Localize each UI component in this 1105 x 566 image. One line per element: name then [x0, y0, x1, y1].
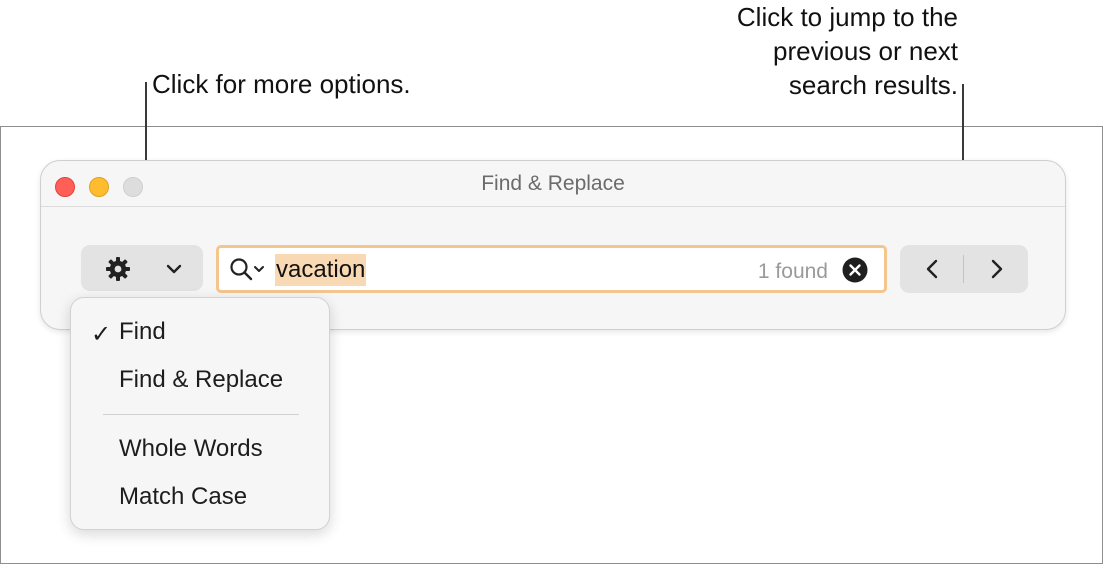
search-field[interactable]: vacation 1 found — [216, 245, 887, 293]
chevron-right-icon — [991, 259, 1003, 279]
previous-result-button[interactable] — [900, 245, 963, 293]
navigation-callout-line-3: search results. — [788, 70, 958, 100]
gear-icon — [106, 257, 130, 281]
options-menu-button[interactable] — [81, 245, 203, 291]
chevron-left-icon — [926, 259, 938, 279]
result-navigation — [900, 245, 1028, 293]
navigation-divider — [963, 255, 964, 283]
title-bar: Find & Replace — [41, 161, 1065, 207]
result-count: 1 found — [757, 260, 828, 283]
menu-separator — [103, 414, 299, 415]
menu-item-whole-words[interactable]: Whole Words — [119, 435, 263, 463]
options-callout: Click for more options. — [152, 69, 411, 99]
menu-item-match-case[interactable]: Match Case — [119, 483, 247, 511]
next-result-button[interactable] — [965, 245, 1028, 293]
magnifier-icon[interactable] — [229, 257, 267, 283]
menu-item-find-replace[interactable]: Find & Replace — [119, 366, 283, 394]
search-query[interactable]: vacation — [275, 254, 367, 286]
navigation-callout-line-1: Click to jump to the — [736, 2, 958, 32]
navigation-callout: Click to jump to the previous or next se… — [737, 0, 958, 102]
menu-item-find[interactable]: Find — [119, 318, 166, 346]
options-menu: ✓ Find Find & Replace Whole Words Match … — [70, 297, 330, 530]
clear-icon[interactable] — [842, 257, 868, 283]
checkmark-icon: ✓ — [91, 321, 112, 348]
chevron-down-icon — [166, 264, 182, 274]
window-title: Find & Replace — [481, 172, 625, 195]
navigation-callout-line-2: previous or next — [773, 36, 958, 66]
